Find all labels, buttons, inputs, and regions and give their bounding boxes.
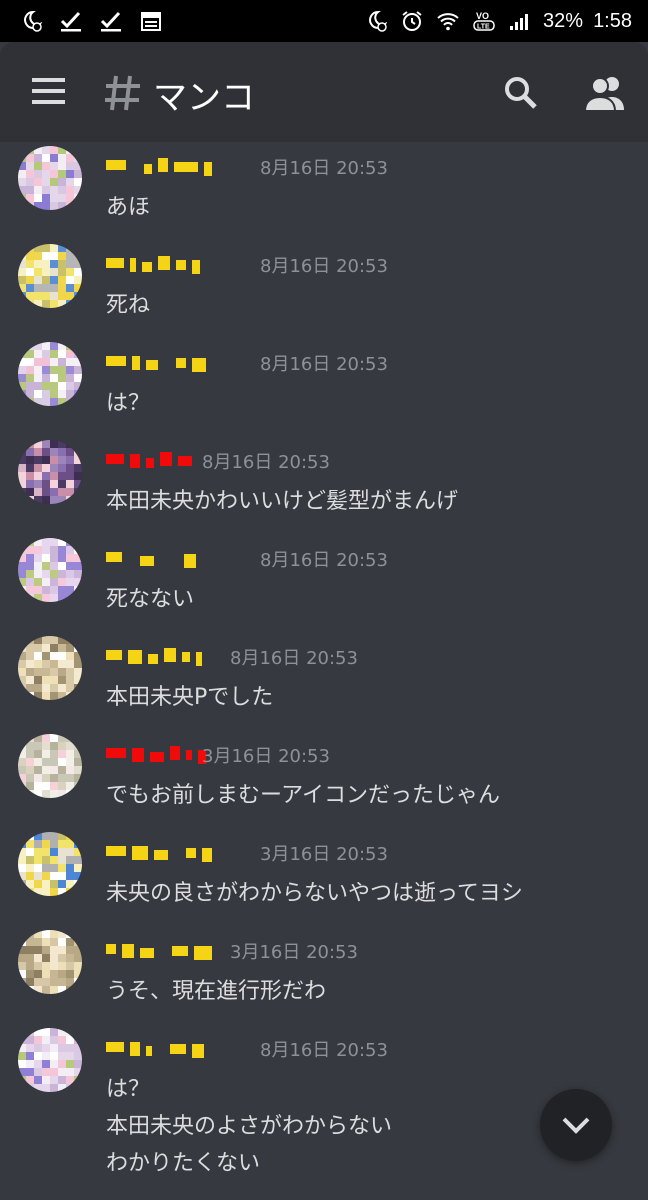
message-timestamp: 8月16日 20:53 bbox=[260, 158, 388, 179]
avatar[interactable] bbox=[18, 734, 82, 798]
message-text: あほ bbox=[106, 195, 151, 220]
channel-title: マンコ bbox=[153, 78, 255, 118]
message-timestamp: 3月16日 20:53 bbox=[260, 844, 388, 865]
message-text: 本田未央のよさがわからない bbox=[106, 1114, 393, 1139]
battery-text: 32% bbox=[543, 9, 584, 32]
message-timestamp: 3月16日 20:53 bbox=[202, 746, 330, 767]
message-text: うそ、現在進行形だわ bbox=[106, 979, 327, 1004]
avatar[interactable] bbox=[18, 244, 82, 308]
clock-text: 1:58 bbox=[593, 9, 632, 32]
message-timestamp: 8月16日 20:53 bbox=[260, 354, 388, 375]
message-text: 死ね bbox=[106, 293, 151, 318]
avatar[interactable] bbox=[18, 930, 82, 994]
check-icon bbox=[98, 8, 124, 34]
avatar[interactable] bbox=[18, 636, 82, 700]
status-bar: VO LTE 32% 1:58 bbox=[0, 0, 648, 42]
username[interactable] bbox=[106, 836, 212, 866]
message-text: 未央の良さがわからないやつは逝ってヨシ bbox=[106, 881, 523, 906]
message-timestamp: 8月16日 20:53 bbox=[260, 256, 388, 277]
username[interactable] bbox=[106, 150, 212, 180]
volte-icon: VO LTE bbox=[471, 8, 497, 34]
menu-icon[interactable] bbox=[32, 76, 68, 106]
channel-header: マンコ bbox=[0, 42, 648, 142]
message-text: 死なない bbox=[106, 587, 195, 612]
username[interactable] bbox=[106, 738, 206, 768]
avatar[interactable] bbox=[18, 146, 82, 210]
jump-to-bottom-button[interactable] bbox=[540, 1089, 612, 1161]
alarm-icon bbox=[399, 8, 425, 34]
message-text: 本田未央かわいいけど髪型がまんげ bbox=[106, 489, 459, 514]
hash-icon bbox=[104, 70, 144, 114]
message-timestamp: 8月16日 20:53 bbox=[260, 1040, 388, 1061]
message-list[interactable]: 8月16日 20:53 あほ 8月16日 20:53 死ね 8月16日 20:53 は？ 8… bbox=[0, 142, 648, 1200]
avatar[interactable] bbox=[18, 1028, 82, 1092]
username[interactable] bbox=[106, 248, 200, 278]
avatar[interactable] bbox=[18, 538, 82, 602]
message-text: 本田未央Pでした bbox=[106, 685, 274, 710]
message-timestamp: 8月16日 20:53 bbox=[202, 452, 330, 473]
search-icon[interactable] bbox=[504, 76, 538, 110]
avatar[interactable] bbox=[18, 832, 82, 896]
username[interactable] bbox=[106, 444, 204, 474]
username[interactable] bbox=[106, 1032, 204, 1062]
avatar[interactable] bbox=[18, 440, 82, 504]
username[interactable] bbox=[106, 934, 212, 964]
svg-text:LTE: LTE bbox=[477, 24, 490, 31]
members-icon[interactable] bbox=[583, 74, 626, 112]
moon-alarm-icon bbox=[363, 8, 389, 34]
chat-frame: マンコ 8月16日 20:53 あほ 8月16日 20:53 死ね 8月16日 20:5… bbox=[0, 42, 648, 1200]
svg-text:VO: VO bbox=[476, 11, 489, 21]
message-text: は？ bbox=[106, 391, 151, 416]
moon-alarm-icon bbox=[18, 8, 44, 34]
chevron-down-icon bbox=[562, 1117, 590, 1134]
signal-icon bbox=[507, 8, 533, 34]
message-timestamp: 3月16日 20:53 bbox=[230, 942, 358, 963]
message-text: わかりたくない bbox=[106, 1151, 261, 1176]
calendar-icon bbox=[138, 8, 164, 34]
message-timestamp: 8月16日 20:53 bbox=[260, 550, 388, 571]
username[interactable] bbox=[106, 640, 202, 670]
username[interactable] bbox=[106, 542, 196, 572]
check-icon bbox=[58, 8, 84, 34]
wifi-icon bbox=[435, 8, 461, 34]
message-timestamp: 8月16日 20:53 bbox=[230, 648, 358, 669]
message-text: は？ bbox=[106, 1077, 151, 1102]
username[interactable] bbox=[106, 346, 206, 376]
message-text: でもお前しまむーアイコンだったじゃん bbox=[106, 783, 501, 808]
avatar[interactable] bbox=[18, 342, 82, 406]
